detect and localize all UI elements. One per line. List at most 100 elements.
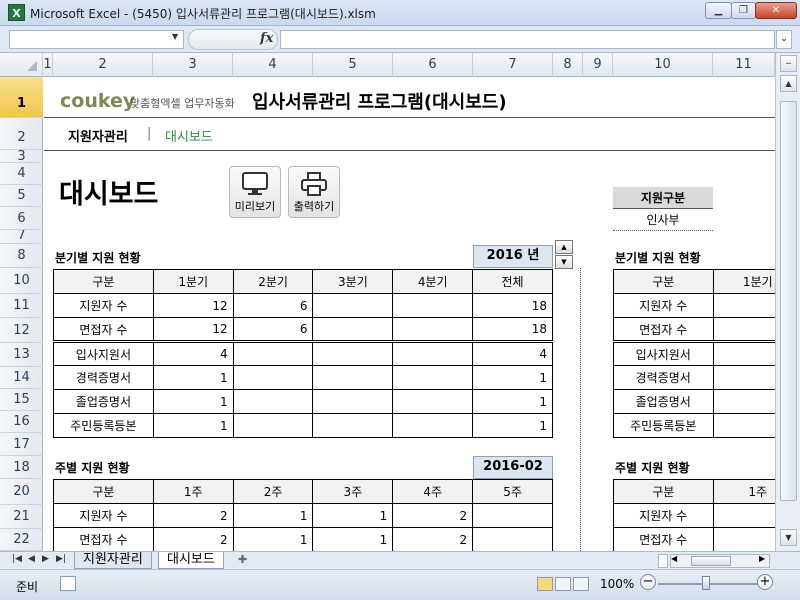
table-cell[interactable] [472,503,553,528]
row-label[interactable]: 입사지원서 [613,341,714,366]
row-header[interactable]: 14 [0,367,43,389]
table-cell[interactable]: 1 [312,503,394,528]
row-label[interactable]: 주민등록등본 [613,413,714,438]
table-cell[interactable]: 1 [472,389,553,414]
row-label[interactable]: 지원자 수 [53,503,154,528]
table-cell[interactable] [392,365,474,390]
table-cell[interactable] [232,389,314,414]
page-layout-view-icon[interactable] [555,577,571,591]
column-header[interactable]: 3 [153,53,233,77]
row-header[interactable]: 7 [0,230,43,244]
year-down-icon[interactable]: ▼ [555,255,573,269]
row-header[interactable]: 15 [0,389,43,411]
scroll-up-icon[interactable]: ▲ [780,75,797,92]
worksheet[interactable]: coukey 맞춤형엑셀 업무자동화 입사서류관리 프로그램(대시보드) 지원자… [44,78,775,551]
table-cell[interactable] [232,341,314,366]
row-label[interactable]: 면접자 수 [53,317,154,342]
table-cell[interactable]: 18 [472,317,553,342]
next-sheet-icon[interactable]: ▶ [42,554,49,564]
column-header[interactable]: 8 [553,53,583,77]
name-box[interactable] [9,30,184,49]
preview-button[interactable]: 미리보기 [229,166,281,218]
column-header[interactable]: 2 [53,53,153,77]
table-cell[interactable] [232,413,314,438]
vertical-scrollbar[interactable]: ─ ▲ ▼ [775,53,800,551]
page-break-view-icon[interactable] [573,577,589,591]
first-sheet-icon[interactable]: |◀ [12,554,22,564]
scroll-right-icon[interactable]: ▶ [759,554,765,563]
row-label[interactable]: 지원자 수 [613,503,714,528]
column-header[interactable]: 5 [313,53,393,77]
row-header[interactable]: 12 [0,318,43,343]
row-header[interactable]: 3 [0,150,43,163]
table-cell[interactable]: 1 [152,389,234,414]
row-label[interactable]: 면접자 수 [613,527,714,551]
row-header[interactable]: 20 [0,479,43,505]
vertical-scroll-thumb[interactable] [780,101,797,501]
zoom-in-button[interactable]: + [757,574,773,590]
split-box-icon[interactable]: ─ [780,55,797,72]
insert-sheet-icon[interactable]: ✚ [238,553,254,567]
horizontal-scroll-thumb[interactable] [691,556,731,566]
column-header[interactable]: 6 [393,53,473,77]
restore-button[interactable]: ❐ [731,2,756,19]
table-cell[interactable]: 1 [232,503,314,528]
table-cell[interactable]: 12 [152,293,234,318]
row-label[interactable]: 지원자 수 [53,293,154,318]
table-cell[interactable]: 4 [152,341,234,366]
previous-sheet-icon[interactable]: ◀ [28,554,35,564]
horizontal-scrollbar[interactable]: ◀ ▶ [670,554,770,568]
table-cell[interactable] [312,341,394,366]
nav-dashboard-link[interactable]: 대시보드 [165,126,213,145]
table-cell[interactable] [712,413,775,438]
table-cell[interactable] [472,527,553,551]
table-cell[interactable] [392,389,474,414]
column-header[interactable]: 4 [233,53,313,77]
table-cell[interactable] [712,293,775,318]
row-header[interactable]: 5 [0,185,43,207]
table-cell[interactable]: 12 [152,317,234,342]
nav-applicants-link[interactable]: 지원자관리 [68,126,128,145]
table-cell[interactable] [712,365,775,390]
filter-value-cell[interactable]: 인사부 [613,210,713,231]
year-up-icon[interactable]: ▲ [555,240,573,254]
table-cell[interactable] [312,389,394,414]
table-cell[interactable]: 2 [392,503,474,528]
row-header[interactable]: 1 [0,77,43,118]
table-cell[interactable]: 1 [472,365,553,390]
row-header[interactable]: 16 [0,411,43,433]
table-cell[interactable] [712,527,775,551]
table-cell[interactable] [712,503,775,528]
row-header[interactable]: 11 [0,294,43,318]
column-header[interactable]: 10 [613,53,713,77]
row-label[interactable]: 지원자 수 [613,293,714,318]
row-header[interactable]: 6 [0,207,43,230]
row-header[interactable]: 8 [0,244,43,268]
table-cell[interactable] [392,413,474,438]
table-cell[interactable] [712,317,775,342]
table-cell[interactable]: 1 [472,413,553,438]
table-cell[interactable] [712,341,775,366]
row-label[interactable]: 경력증명서 [53,365,154,390]
sheet-tab[interactable]: 지원자관리 [74,552,152,569]
table-cell[interactable] [232,365,314,390]
row-label[interactable]: 면접자 수 [613,317,714,342]
table-cell[interactable]: 1 [152,365,234,390]
scroll-left-icon[interactable]: ◀ [671,554,677,563]
formula-input[interactable] [280,30,775,49]
zoom-out-button[interactable]: − [640,574,656,590]
row-label[interactable]: 졸업증명서 [53,389,154,414]
table-cell[interactable] [312,293,394,318]
row-header[interactable]: 10 [0,268,43,294]
tab-split-handle[interactable] [658,554,668,568]
normal-view-icon[interactable] [537,577,553,591]
row-header[interactable]: 4 [0,163,43,185]
table-cell[interactable]: 2 [152,503,234,528]
table-cell[interactable]: 1 [232,527,314,551]
table-cell[interactable]: 1 [152,413,234,438]
minimize-button[interactable]: ▁ [705,2,732,19]
year-value[interactable]: 2016 년 [473,245,553,268]
column-header[interactable]: 7 [473,53,553,77]
zoom-slider-thumb[interactable] [702,576,710,590]
table-cell[interactable]: 2 [152,527,234,551]
